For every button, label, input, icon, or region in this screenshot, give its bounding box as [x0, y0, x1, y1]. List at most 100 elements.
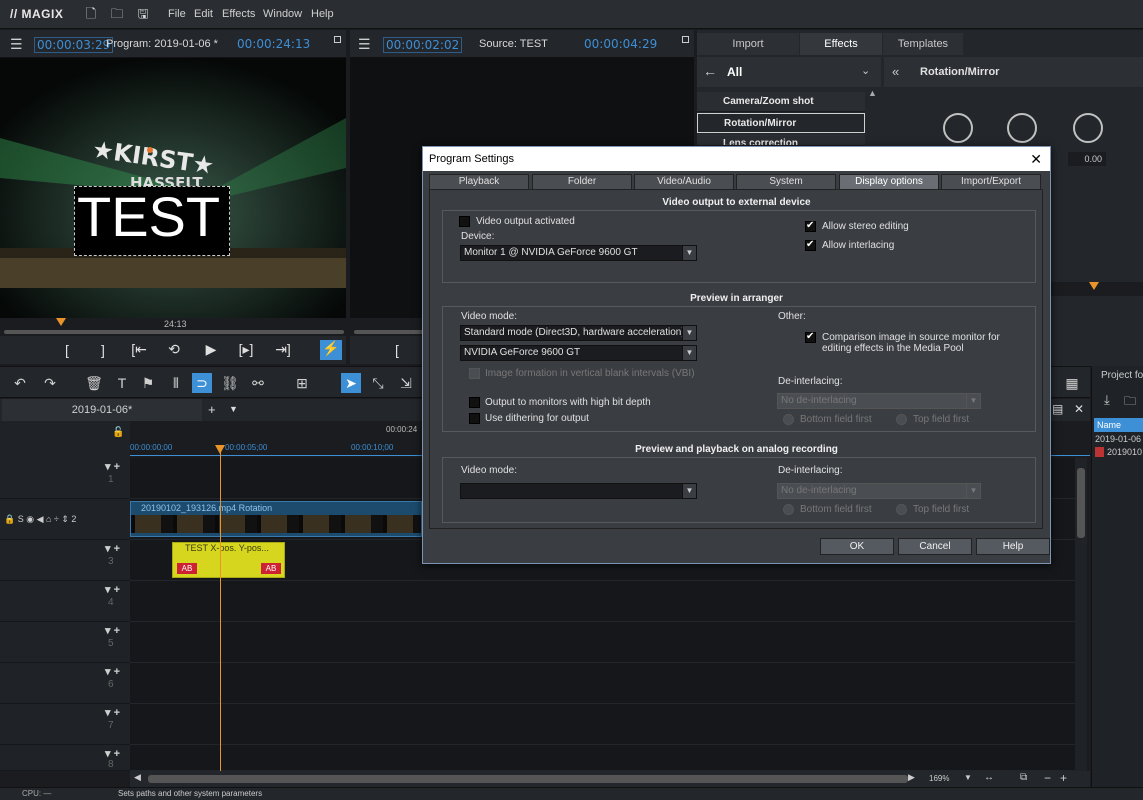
go-to-out-button[interactable]: ⇥] — [272, 341, 294, 358]
split-icon[interactable]: ⫴ — [166, 373, 186, 393]
tab-display-options[interactable]: Display options — [839, 174, 939, 189]
menu-file[interactable]: File — [168, 8, 186, 20]
bottom-field-radio[interactable] — [783, 414, 794, 425]
timeline-playhead[interactable] — [220, 445, 221, 771]
pointer-icon[interactable]: ➤ — [341, 373, 361, 393]
chevron-down-icon[interactable]: ⌄ — [861, 64, 870, 77]
redo-icon[interactable]: ↷ — [40, 373, 60, 393]
ok-button[interactable]: OK — [820, 538, 894, 555]
title-overlay-box[interactable]: TEST — [74, 185, 230, 256]
analog-video-mode-select[interactable]: ▼ — [460, 483, 697, 499]
track-header-2[interactable]: 🔒 S ◉ ◀ ⌂ ÷ ⇕ 2 — [0, 499, 130, 540]
folder-icon[interactable]: 🗀 — [1124, 392, 1136, 413]
maximize-icon[interactable] — [682, 36, 689, 43]
fx-playhead[interactable] — [1089, 282, 1099, 290]
save-icon[interactable]: 🖫 — [136, 5, 150, 21]
source-mark-in-button[interactable]: [ — [386, 342, 408, 358]
hscroll-thumb[interactable] — [148, 775, 908, 783]
analog-bottom-field-radio[interactable] — [783, 504, 794, 515]
program-scrollbar[interactable] — [4, 330, 344, 334]
video-mode-select[interactable]: Standard mode (Direct3D, hardware accele… — [460, 325, 697, 341]
timeline-playhead-handle[interactable] — [215, 445, 225, 454]
program-timecode-current[interactable]: 00:00:03:29 — [34, 37, 114, 53]
scroll-left-icon[interactable]: ◀ — [134, 772, 141, 783]
program-video-preview[interactable]: ★KIRST★ HASSELT TEST — [0, 58, 346, 318]
zoom-out-icon[interactable]: − — [1044, 771, 1051, 785]
help-button[interactable]: Help — [976, 538, 1050, 555]
unlink-icon[interactable]: ⚯ — [248, 373, 268, 393]
ab-transition-icon[interactable]: AB — [261, 563, 281, 574]
grid-icon[interactable]: ▦ — [1062, 373, 1082, 393]
insert-icon[interactable]: ⊞ — [292, 373, 312, 393]
track-lane-8[interactable] — [130, 745, 1080, 771]
deint-select[interactable]: No de-interlacing ▼ — [777, 393, 981, 409]
fx-lens-correction[interactable]: Lens correction — [697, 134, 865, 146]
fit-icon[interactable]: ▤ — [1052, 402, 1063, 416]
vbi-checkbox[interactable] — [469, 368, 480, 379]
delete-icon[interactable]: 🗑 — [84, 373, 104, 393]
stereo-checkbox[interactable] — [805, 220, 816, 232]
track-header-7[interactable]: ▾ +7 — [0, 704, 130, 745]
hamburger-icon[interactable]: ☰ — [358, 36, 371, 53]
zoom-window-icon[interactable]: ⧉ — [1020, 772, 1027, 783]
project-item-2[interactable]: 2019010 — [1107, 447, 1142, 457]
tab-folder[interactable]: Folder — [532, 174, 632, 189]
analog-top-field-radio[interactable] — [896, 504, 907, 515]
tab-video-audio[interactable]: Video/Audio — [634, 174, 734, 189]
track-header-3[interactable]: ▾ +3 — [0, 540, 130, 581]
tab-effects[interactable]: Effects — [800, 33, 882, 55]
project-item-1[interactable]: 2019-01-06 — [1095, 434, 1141, 444]
column-name[interactable]: Name — [1094, 418, 1143, 432]
undo-icon[interactable]: ↶ — [10, 373, 30, 393]
track-header-5[interactable]: ▾ +5 — [0, 622, 130, 663]
top-field-radio[interactable] — [896, 414, 907, 425]
track-lane-5[interactable] — [130, 622, 1080, 663]
device-select[interactable]: Monitor 1 @ NVIDIA GeForce 9600 GT ▼ — [460, 245, 697, 261]
loop-button[interactable]: ⟲ — [163, 341, 185, 358]
analog-deint-select[interactable]: No de-interlacing ▼ — [777, 483, 981, 499]
tab-system[interactable]: System — [736, 174, 836, 189]
fx-camera-zoom[interactable]: Camera/Zoom shot — [697, 92, 865, 112]
next-edit-button[interactable]: [▸] — [235, 341, 257, 358]
rotate-handle[interactable] — [147, 147, 153, 153]
track-header-6[interactable]: ▾ +6 — [0, 663, 130, 704]
adapter-select[interactable]: NVIDIA GeForce 9600 GT ▼ — [460, 345, 697, 361]
play-button[interactable]: ▶ — [200, 341, 222, 358]
back-arrow-icon[interactable]: ← — [703, 63, 717, 79]
track-header-4[interactable]: ▾ +4 — [0, 581, 130, 622]
zoom-in-icon[interactable]: + — [1060, 771, 1067, 785]
program-ruler[interactable]: 24:13 — [0, 318, 346, 336]
video-clip[interactable]: 20190102_193126.mp4 Rotation — [130, 501, 422, 537]
vscroll-thumb[interactable] — [1077, 468, 1085, 538]
open-folder-icon[interactable]: 🗀 — [110, 5, 124, 21]
timeline-tab[interactable]: 2019-01-06* — [2, 399, 202, 421]
add-tab-icon[interactable]: + — [208, 402, 216, 417]
track-lane-7[interactable] — [130, 704, 1080, 745]
interlacing-checkbox[interactable] — [805, 239, 816, 251]
rotate-right-dial[interactable] — [1007, 113, 1037, 143]
video-output-checkbox[interactable] — [459, 216, 470, 227]
menu-help[interactable]: Help — [311, 8, 334, 20]
mark-out-button[interactable]: ] — [92, 342, 114, 358]
cancel-button[interactable]: Cancel — [898, 538, 972, 555]
link-icon[interactable]: ⛓ — [220, 373, 240, 393]
select-range-icon[interactable]: ⤡ — [368, 373, 388, 393]
track-lane-6[interactable] — [130, 663, 1080, 704]
magnet-icon[interactable]: ⊃ — [192, 373, 212, 393]
hamburger-icon[interactable]: ☰ — [10, 36, 23, 53]
high-bit-checkbox[interactable] — [469, 397, 480, 408]
title-icon[interactable]: T — [112, 373, 132, 393]
rotation-value[interactable]: 0.00 — [1068, 152, 1106, 166]
tab-templates[interactable]: Templates — [883, 33, 963, 55]
marker-icon[interactable]: ⚑ — [138, 373, 158, 393]
zoom-dropdown-icon[interactable]: ▼ — [964, 773, 972, 782]
dither-checkbox[interactable] — [469, 413, 480, 424]
scroll-up-icon[interactable]: ▲ — [868, 88, 877, 98]
menu-edit[interactable]: Edit — [194, 8, 213, 20]
scroll-right-icon[interactable]: ▶ — [908, 772, 915, 783]
tab-import-export[interactable]: Import/Export — [941, 174, 1041, 189]
menu-effects[interactable]: Effects — [222, 8, 255, 20]
fx-rotation-mirror[interactable]: Rotation/Mirror — [697, 113, 865, 133]
close-icon[interactable]: ✕ — [1030, 147, 1042, 171]
rotate-free-dial[interactable] — [1073, 113, 1103, 143]
